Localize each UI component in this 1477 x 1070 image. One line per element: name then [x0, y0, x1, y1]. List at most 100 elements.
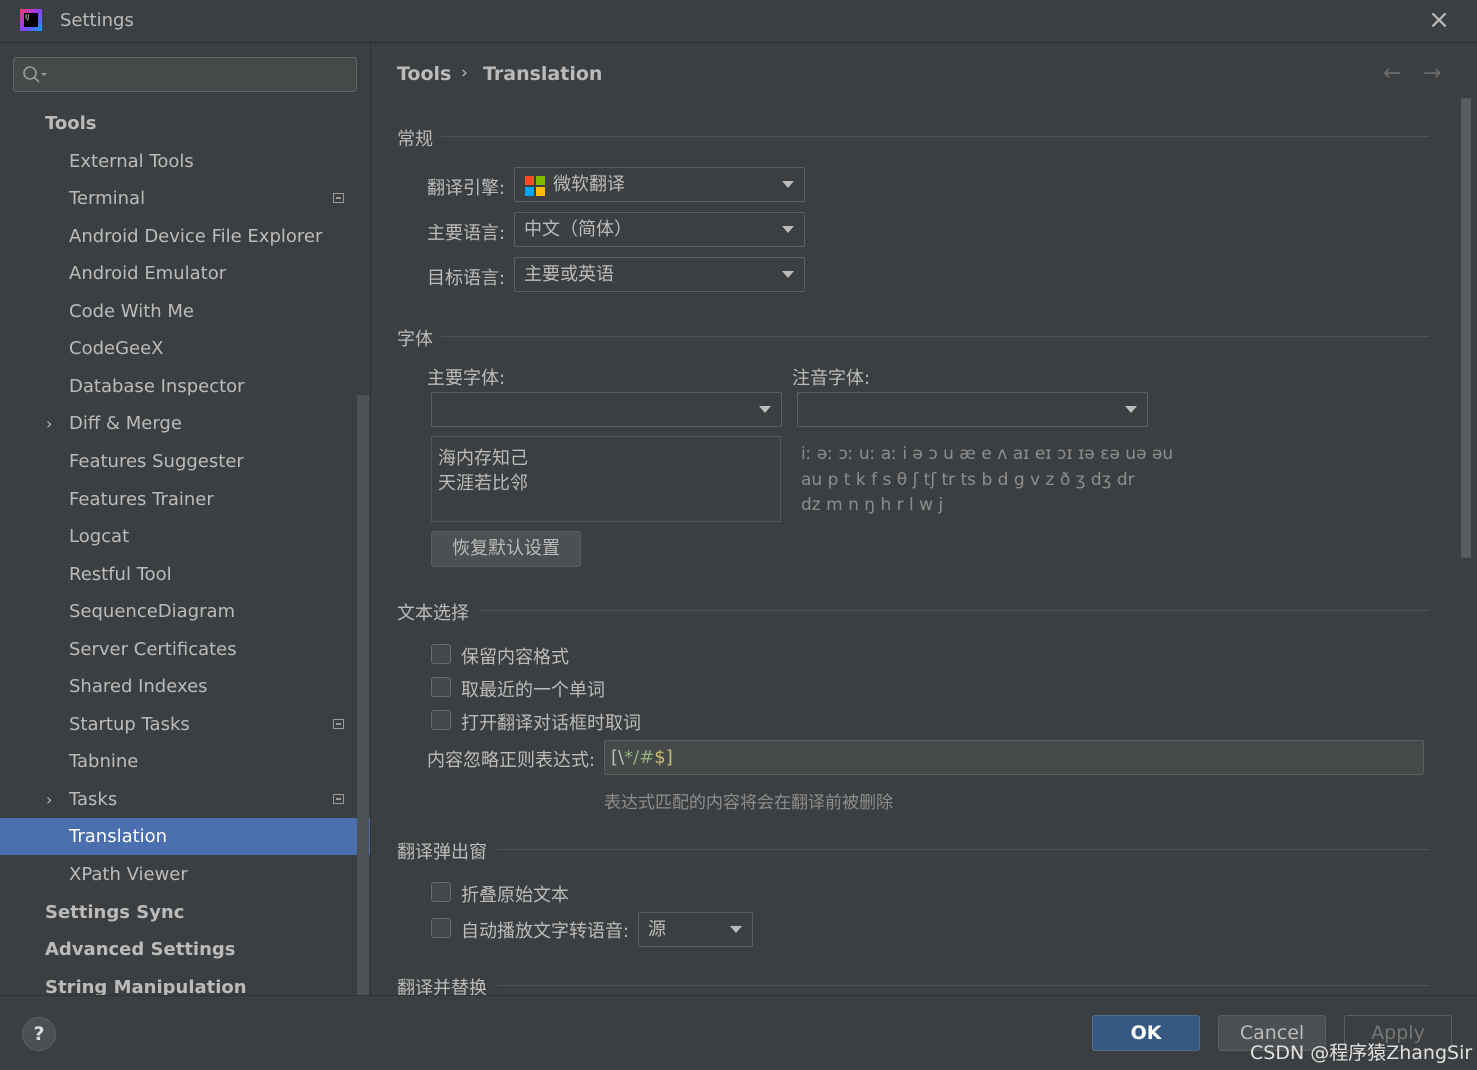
sidebar-item-label: Features Suggester — [69, 451, 244, 472]
take-word-on-open-label[interactable]: 打开翻译对话框时取词 — [461, 709, 641, 735]
sidebar-item-android-device-file-explorer[interactable]: Android Device File Explorer — [0, 218, 356, 255]
back-arrow-icon[interactable]: ← — [1383, 61, 1401, 86]
regex-label: 内容忽略正则表达式: — [427, 750, 596, 771]
ignore-regex-input[interactable]: [\*/#$] — [604, 740, 1424, 775]
chevron-down-icon — [759, 406, 771, 413]
section-divider — [441, 336, 1429, 337]
chevron-right-icon[interactable]: › — [46, 781, 52, 818]
sidebar-item-label: Logcat — [69, 526, 130, 547]
nearest-word-label[interactable]: 取最近的一个单词 — [461, 676, 605, 702]
phonetic-preview-line: iː əː ɔː uː aː i ə ɔ u æ e ʌ aɪ eɪ ɔɪ ɪə… — [801, 444, 1174, 464]
fold-original-label[interactable]: 折叠原始文本 — [461, 881, 569, 907]
settings-sidebar: Tools External Tools Terminal Android Devic… — [0, 43, 371, 998]
sidebar-item-tools[interactable]: Tools — [0, 105, 356, 142]
tts-source-dropdown[interactable]: 源 — [638, 912, 753, 947]
sidebar-item-label: Tasks — [69, 789, 118, 810]
sidebar-item-label: Terminal — [69, 188, 146, 209]
reset-defaults-button[interactable]: 恢复默认设置 — [431, 531, 581, 567]
ok-button[interactable]: OK — [1092, 1015, 1200, 1051]
breadcrumb-current: Translation — [483, 63, 603, 85]
sidebar-item-label: Settings Sync — [45, 902, 185, 923]
take-word-on-open-checkbox[interactable] — [431, 710, 451, 730]
phonetic-font-dropdown[interactable] — [797, 392, 1148, 427]
sidebar-item-tasks[interactable]: › Tasks — [0, 781, 356, 818]
sidebar-item-advanced-settings[interactable]: Advanced Settings — [0, 931, 356, 968]
primary-language-label: 主要语言: — [427, 223, 506, 244]
sidebar-item-label: Shared Indexes — [69, 676, 208, 697]
fold-original-checkbox[interactable] — [431, 882, 451, 902]
sidebar-item-label: Advanced Settings — [45, 939, 236, 960]
sidebar-scrollbar[interactable] — [357, 395, 369, 995]
primary-language-dropdown[interactable]: 中文（简体） — [514, 212, 805, 247]
sidebar-item-android-emulator[interactable]: Android Emulator — [0, 255, 356, 292]
phonetic-preview-line: au p t k f s θ ʃ tʃ tr ts b d g v z ð ʒ … — [801, 470, 1135, 490]
section-font-title: 字体 — [397, 329, 433, 350]
sidebar-item-code-with-me[interactable]: Code With Me — [0, 293, 356, 330]
auto-tts-label[interactable]: 自动播放文字转语音: — [461, 917, 629, 943]
section-text-selection-title: 文本选择 — [397, 603, 469, 624]
microsoft-logo-icon — [525, 176, 545, 196]
sidebar-item-database-inspector[interactable]: Database Inspector — [0, 368, 356, 405]
sidebar-item-label: Features Trainer — [69, 489, 214, 510]
help-icon[interactable]: ? — [22, 1017, 56, 1051]
engine-dropdown[interactable]: 微软翻译 — [514, 167, 805, 202]
sidebar-item-xpath-viewer[interactable]: XPath Viewer — [0, 856, 356, 893]
sidebar-item-terminal[interactable]: Terminal — [0, 180, 356, 217]
sidebar-item-sequencediagram[interactable]: SequenceDiagram — [0, 593, 356, 630]
preview-line: 海内存知己 — [438, 448, 528, 469]
chevron-down-icon — [782, 181, 794, 188]
search-input[interactable] — [13, 57, 357, 92]
phonetic-font-label: 注音字体: — [792, 368, 871, 389]
chevron-down-icon — [782, 226, 794, 233]
sidebar-item-tabnine[interactable]: Tabnine — [0, 743, 356, 780]
search-icon — [23, 66, 47, 83]
sidebar-item-server-certificates[interactable]: Server Certificates — [0, 631, 356, 668]
engine-value: 微软翻译 — [553, 174, 625, 195]
sidebar-item-shared-indexes[interactable]: Shared Indexes — [0, 668, 356, 705]
project-level-icon — [333, 719, 344, 729]
sidebar-item-logcat[interactable]: Logcat — [0, 518, 356, 555]
sidebar-item-codegeex[interactable]: CodeGeeX — [0, 330, 356, 367]
sidebar-item-restful-tool[interactable]: Restful Tool — [0, 556, 356, 593]
breadcrumb-separator: › — [461, 63, 468, 83]
chevron-right-icon[interactable]: › — [46, 405, 52, 442]
title-bar: IJ Settings × — [0, 0, 1477, 43]
sidebar-item-features-trainer[interactable]: Features Trainer — [0, 481, 356, 518]
sidebar-item-diff-merge[interactable]: › Diff & Merge — [0, 405, 356, 442]
engine-label: 翻译引擎: — [427, 178, 506, 199]
sidebar-item-label: Android Device File Explorer — [69, 226, 323, 247]
keep-format-checkbox[interactable] — [431, 644, 451, 664]
nearest-word-checkbox[interactable] — [431, 677, 451, 697]
target-language-value: 主要或英语 — [524, 264, 614, 285]
sidebar-item-label: Translation — [69, 826, 168, 847]
project-level-icon — [333, 193, 344, 203]
target-language-dropdown[interactable]: 主要或英语 — [514, 257, 805, 292]
forward-arrow-icon[interactable]: → — [1423, 61, 1441, 86]
watermark: CSDN @程序猿ZhangSir — [1250, 1042, 1473, 1064]
settings-main-panel: Tools › Translation ← → 常规 翻译引擎: 微软翻译 主要… — [371, 43, 1477, 999]
preview-line: 天涯若比邻 — [438, 473, 528, 494]
sidebar-item-startup-tasks[interactable]: Startup Tasks — [0, 706, 356, 743]
sidebar-item-external-tools[interactable]: External Tools — [0, 143, 356, 180]
project-level-icon — [333, 794, 344, 804]
tts-source-value: 源 — [648, 919, 666, 940]
auto-tts-checkbox[interactable] — [431, 918, 451, 938]
sidebar-item-settings-sync[interactable]: Settings Sync — [0, 894, 356, 931]
sidebar-item-label: Restful Tool — [69, 564, 172, 585]
dialog-footer: ? OK Cancel Apply CSDN @程序猿ZhangSir — [0, 995, 1477, 1070]
keep-format-label[interactable]: 保留内容格式 — [461, 643, 569, 669]
sidebar-item-features-suggester[interactable]: Features Suggester — [0, 443, 356, 480]
sidebar-item-translation[interactable]: Translation — [0, 818, 370, 855]
primary-font-label: 主要字体: — [427, 368, 506, 389]
phonetic-preview-line: dz m n ŋ h r l w j — [801, 495, 944, 515]
main-scrollbar[interactable] — [1461, 98, 1471, 558]
close-icon[interactable]: × — [1426, 7, 1452, 33]
section-general-title: 常规 — [397, 129, 433, 150]
primary-language-value: 中文（简体） — [524, 219, 632, 240]
sidebar-item-label: Code With Me — [69, 301, 194, 322]
primary-font-dropdown[interactable] — [431, 392, 782, 427]
target-language-label: 目标语言: — [427, 268, 506, 289]
sidebar-item-label: Server Certificates — [69, 639, 237, 660]
breadcrumb-parent[interactable]: Tools — [397, 63, 451, 85]
section-divider — [441, 136, 1429, 137]
